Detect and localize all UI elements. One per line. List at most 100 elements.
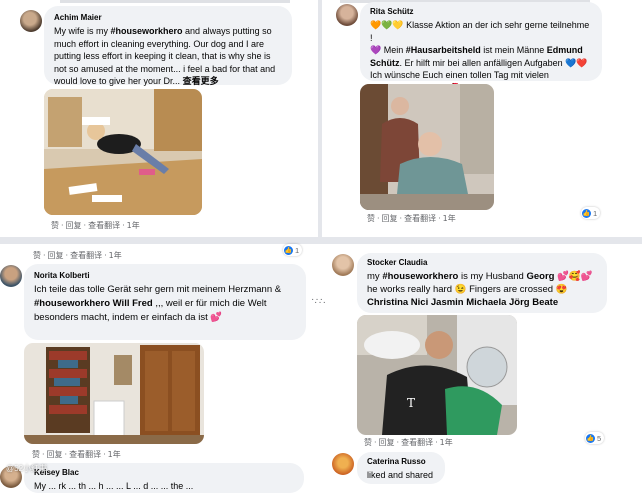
like-button[interactable]: 赞 [51,221,59,230]
avatar[interactable] [20,10,42,32]
comment-text: My ... rk ... th ... h ... ... L ... d .… [34,481,194,491]
comment-text-part: Ich teile das tolle Gerät sehr gern mit … [34,284,282,295]
comment-text: Ich teile das tolle Gerät sehr gern mit … [34,283,296,325]
like-button[interactable]: 赞 [367,214,375,223]
like-reaction-icon: 👍 [284,245,293,255]
comment-bubble: Achim Maier My wife is my #houseworkhero… [44,6,292,88]
panel-divider-horizontal [0,237,642,244]
reaction-count-value: 5 [597,433,602,443]
separator: · [83,221,87,230]
reaction-count-value: 1 [295,245,300,255]
reaction-count[interactable]: 👍 1 [283,244,303,256]
timestamp[interactable]: 1年 [443,214,456,223]
like-button[interactable]: 赞 [364,438,372,447]
separator: · [43,251,46,260]
comment-text-part: is my Husband [458,271,527,282]
avatar[interactable] [0,265,22,287]
comment-text: 🧡💚💛 Klasse Aktion an der ich sehr gerne … [370,19,592,94]
timestamp[interactable]: 1年 [108,450,121,459]
comment-text: My wife is my #houseworkhero and always … [54,25,282,88]
timestamp[interactable]: 1年 [109,251,122,260]
couple-photo-image [360,84,494,210]
tagged-person-link[interactable]: Will Fred [113,298,153,309]
comment-actions: 赞 · 回复 · 查看翻译 · 1年 [51,220,142,231]
more-options-icon[interactable]: ··· [314,297,327,308]
comment-bubble: Stocker Claudia my #houseworkhero is my … [357,253,607,313]
tagged-person-link[interactable]: Georg [526,271,554,282]
comment-text-part: 🧡💚💛 Klasse Aktion an der ich sehr gerne … [370,20,590,43]
translate-link[interactable]: 查看翻译 [401,438,433,447]
timestamp[interactable]: 1年 [127,221,140,230]
reply-button[interactable]: 回复 [66,221,82,230]
separator: · [374,438,377,447]
separator: · [65,251,69,260]
reply-button[interactable]: 回复 [379,438,395,447]
comment-bubble: Rita Schütz 🧡💚💛 Klasse Aktion an der ich… [360,2,602,93]
comment-photo[interactable] [44,89,202,215]
comment-text-part: My wife is my [54,26,111,36]
reaction-count[interactable]: 👍 5 [585,432,605,444]
cleaning-photo-image [44,89,202,215]
watermark: @52小红书 [6,464,48,473]
separator: · [399,214,403,223]
translate-link[interactable]: 查看翻译 [88,221,120,230]
separator: · [61,221,64,230]
timestamp[interactable]: 1年 [440,438,453,447]
svg-text:T: T [407,396,415,410]
comment-text-part: 💜 Mein [370,45,406,55]
panel-divider-vertical [318,0,322,237]
avatar[interactable] [332,254,354,276]
separator: · [104,251,107,260]
reaction-count[interactable]: 👍 1 [581,207,601,219]
comment-author[interactable]: Stocker Claudia [367,257,597,268]
comment-photo[interactable] [360,84,494,210]
reply-button[interactable]: 回复 [382,214,398,223]
comment-author[interactable]: Achim Maier [54,12,282,23]
comment-actions: 赞 · 回复 · 查看翻译 · 1年 [32,449,123,460]
comment-author[interactable]: Kelsey Blac [34,467,294,478]
hashtag-link[interactable]: #Hausarbeitsheld [406,45,481,55]
hashtag-link[interactable]: #houseworkhero [111,26,183,36]
separator: · [122,221,125,230]
separator: · [103,450,106,459]
comment-text: my #houseworkhero is my Husband Georg 💕🥰… [367,270,597,309]
living-room-photo-image [24,343,204,444]
separator: · [438,214,441,223]
translate-link[interactable]: 查看翻译 [70,251,102,260]
previous-comment-strip-left [60,0,290,3]
comment-author[interactable]: Norita Kolberti [34,270,296,281]
comment-text-part: . Er hilft mir bei allen anfälligen Aufg… [399,57,588,68]
hashtag-link[interactable]: #houseworkhero [382,271,458,282]
hashtag-link[interactable]: #houseworkhero [34,298,110,309]
comment-actions: 赞 · 回复 · 查看翻译 · 1年 [33,250,124,261]
tagged-people-links[interactable]: Christina Nici Jasmin Michaela Jörg Beat… [367,296,597,309]
comment-text-part: my [367,271,383,282]
comment-photo[interactable]: T [357,315,517,435]
comment-author[interactable]: Rita Schütz [370,6,592,17]
like-reaction-icon: 👍 [582,208,591,218]
comment-bubble: Kelsey Blac My ... rk ... th ... h ... .… [24,463,304,493]
comment-text: liked and shared [367,470,434,480]
see-more-link[interactable]: 查看更多 [183,76,219,86]
translate-link[interactable]: 查看翻译 [69,450,101,459]
separator: · [396,438,400,447]
comment-actions: 赞 · 回复 · 查看翻译 · 1年 [364,437,455,448]
comment-bubble: Caterina Russo liked and shared [357,452,445,484]
avatar[interactable] [336,4,358,26]
comment-photo[interactable] [24,343,204,444]
separator: · [377,214,380,223]
reaction-count-value: 1 [593,208,598,218]
separator: · [64,450,68,459]
translate-link[interactable]: 查看翻译 [404,214,436,223]
comment-text-part: ist mein Männe [480,45,547,55]
comment-bubble: Norita Kolberti Ich teile das tolle Gerä… [24,264,306,340]
avatar[interactable] [332,453,354,475]
like-reaction-icon: 👍 [586,433,595,443]
like-button[interactable]: 赞 [32,450,40,459]
comment-author[interactable]: Caterina Russo [367,456,435,467]
separator: · [42,450,45,459]
reply-button[interactable]: 回复 [47,450,63,459]
comment-actions: 赞 · 回复 · 查看翻译 · 1年 [367,213,458,224]
like-button[interactable]: 赞 [33,251,41,260]
reply-button[interactable]: 回复 [48,251,64,260]
